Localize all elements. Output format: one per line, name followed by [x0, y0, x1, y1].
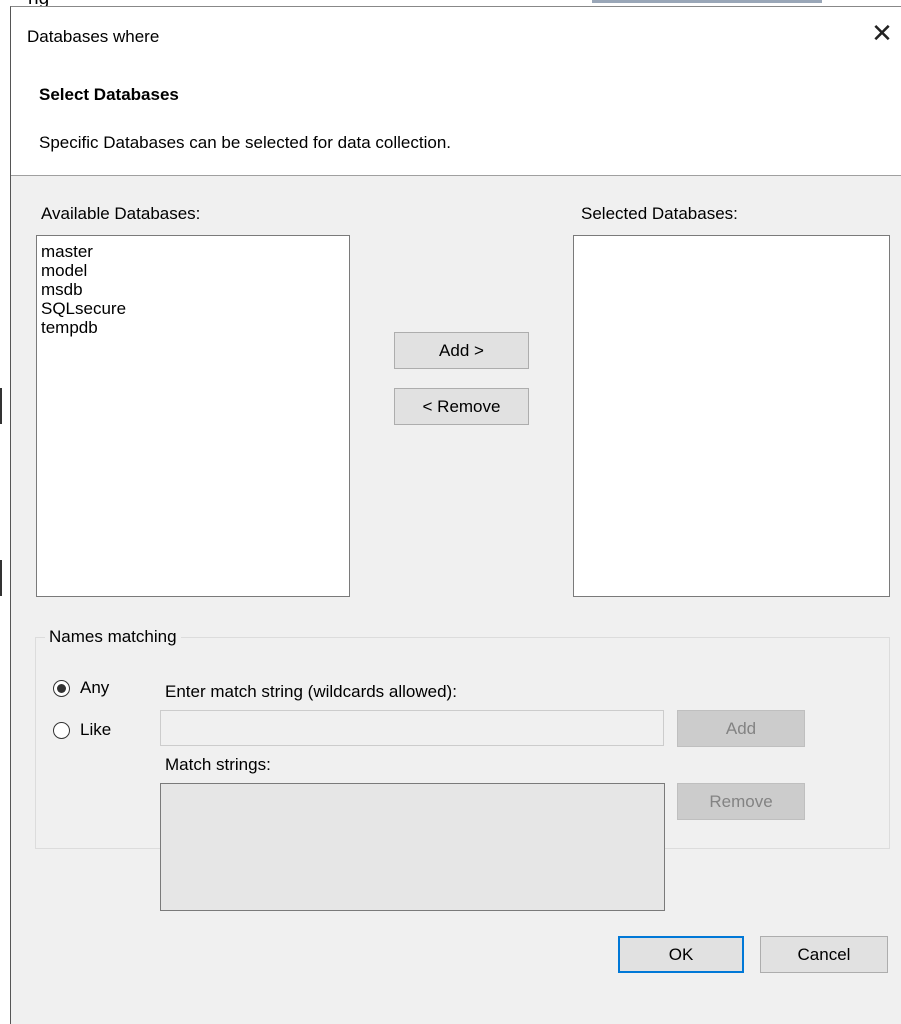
available-databases-label: Available Databases:	[41, 204, 201, 223]
available-databases-list[interactable]: master model msdb SQLsecure tempdb	[36, 235, 350, 597]
cancel-button[interactable]: Cancel	[760, 936, 888, 973]
radio-selected-dot	[57, 684, 66, 693]
background-edge-mark	[0, 560, 2, 596]
remove-match-string-button[interactable]: Remove	[677, 783, 805, 820]
any-radio[interactable]	[53, 680, 70, 697]
list-item[interactable]: model	[37, 261, 349, 280]
dialog-title: Databases where	[27, 27, 160, 46]
select-databases-dialog: Databases where ✕ Select Databases Speci…	[10, 6, 901, 1024]
list-item[interactable]: msdb	[37, 280, 349, 299]
list-item[interactable]: master	[37, 242, 349, 261]
page-subtitle: Specific Databases can be selected for d…	[39, 133, 452, 152]
match-strings-label: Match strings:	[165, 755, 271, 774]
selected-databases-label: Selected Databases:	[581, 204, 738, 223]
page-heading: Select Databases	[39, 85, 179, 104]
match-string-input[interactable]	[160, 710, 664, 746]
match-string-label: Enter match string (wildcards allowed):	[165, 682, 457, 701]
any-radio-label[interactable]: Any	[80, 678, 109, 698]
match-strings-list[interactable]	[160, 783, 665, 911]
background-window-edge	[592, 0, 822, 3]
add-database-button[interactable]: Add >	[394, 332, 529, 369]
list-item[interactable]: SQLsecure	[37, 299, 349, 318]
like-radio-label[interactable]: Like	[80, 720, 111, 740]
remove-database-button[interactable]: < Remove	[394, 388, 529, 425]
selected-databases-list[interactable]	[573, 235, 890, 597]
close-icon: ✕	[871, 18, 893, 48]
like-radio[interactable]	[53, 722, 70, 739]
dialog-header: Databases where ✕ Select Databases Speci…	[11, 7, 901, 176]
ok-button[interactable]: OK	[618, 936, 744, 973]
close-button[interactable]: ✕	[869, 18, 895, 48]
names-matching-legend: Names matching	[45, 627, 181, 647]
background-edge-mark	[0, 388, 2, 424]
list-item[interactable]: tempdb	[37, 318, 349, 337]
add-match-string-button[interactable]: Add	[677, 710, 805, 747]
